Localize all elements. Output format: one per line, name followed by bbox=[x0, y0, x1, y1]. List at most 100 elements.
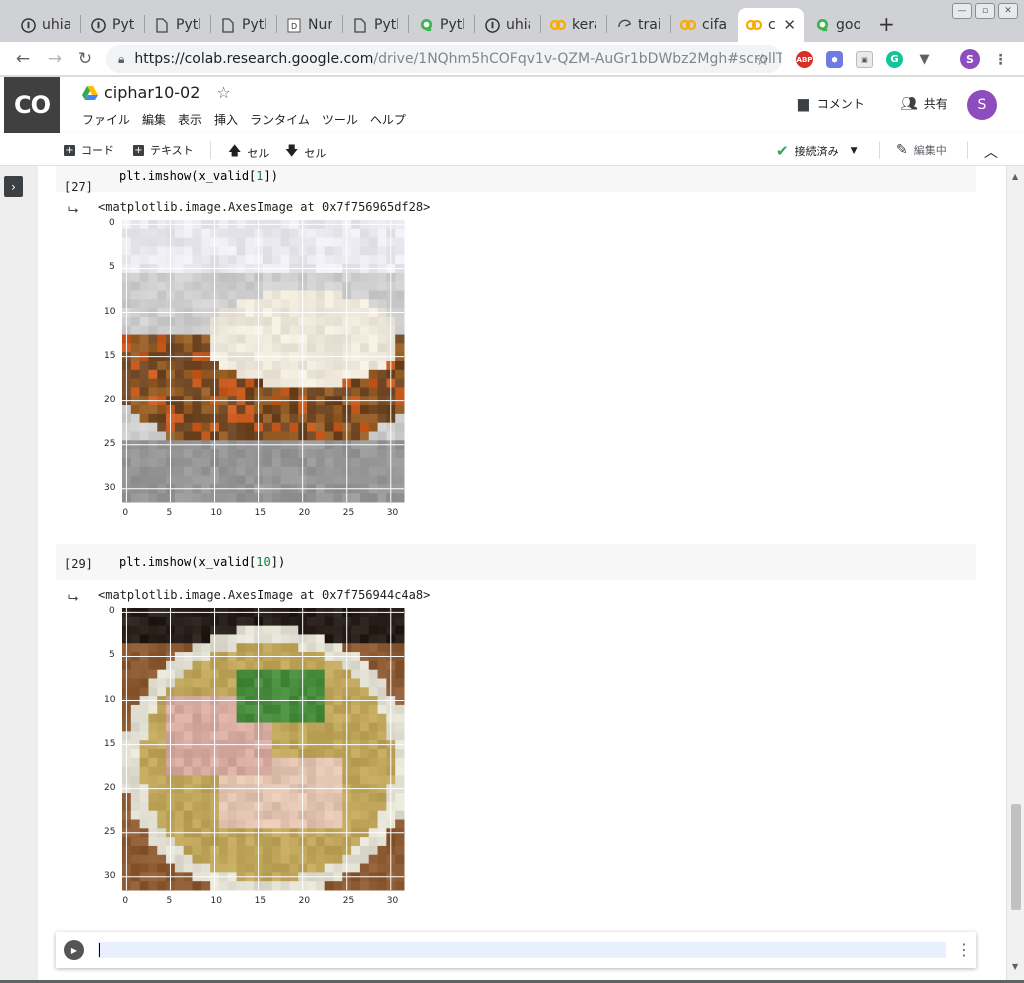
minimize-button[interactable]: — bbox=[952, 3, 972, 19]
code-text[interactable]: plt.imshow(x_valid[1]) bbox=[119, 169, 278, 183]
browser-tab[interactable]: Pyth bbox=[212, 8, 274, 42]
menu-item[interactable]: ランタイム bbox=[250, 111, 310, 128]
move-cell-down-button[interactable]: 🡇 セル bbox=[285, 142, 326, 164]
image-pixel bbox=[280, 237, 290, 247]
image-pixel bbox=[183, 290, 193, 300]
image-pixel bbox=[307, 881, 317, 891]
image-pixel bbox=[148, 316, 158, 327]
code-cell[interactable]: [29] plt.imshow(x_valid[10]) bbox=[56, 544, 976, 580]
image-pixel bbox=[315, 819, 326, 829]
move-up-label: セル bbox=[247, 147, 270, 160]
browser-tab[interactable]: Pyth bbox=[82, 8, 142, 42]
scroll-down-arrow-icon[interactable]: ▼ bbox=[1012, 962, 1018, 971]
output-arrow-icon[interactable]: ⮡ bbox=[68, 203, 78, 218]
colab-logo[interactable]: CO bbox=[4, 77, 60, 133]
connection-status[interactable]: ✔ 接続済み ▼ bbox=[776, 142, 858, 160]
image-pixel bbox=[201, 369, 211, 380]
image-pixel bbox=[315, 793, 326, 803]
empty-code-cell[interactable]: ▶ ⋮ bbox=[56, 932, 976, 968]
collapse-toolbar-button[interactable]: ︿ bbox=[984, 142, 998, 162]
back-arrow-icon[interactable]: ← bbox=[12, 48, 34, 70]
menu-item[interactable]: 挿入 bbox=[214, 111, 238, 128]
shield-extension-icon[interactable]: ⬢ bbox=[826, 51, 843, 68]
new-tab-button[interactable]: + bbox=[878, 12, 895, 36]
add-code-button[interactable]: + コード bbox=[64, 142, 114, 158]
image-pixel bbox=[139, 722, 149, 732]
image-pixel bbox=[351, 837, 361, 847]
image-pixel bbox=[271, 457, 282, 468]
browser-tab[interactable]: cifar bbox=[672, 8, 734, 42]
image-pixel bbox=[395, 704, 405, 715]
menu-item[interactable]: 編集 bbox=[142, 111, 166, 128]
image-pixel bbox=[183, 422, 193, 432]
menu-item[interactable]: ツール bbox=[322, 111, 358, 128]
cell-more-options-icon[interactable]: ⋮ bbox=[956, 940, 972, 959]
browser-tab[interactable]: ci ✕ bbox=[738, 8, 804, 42]
image-pixel bbox=[183, 387, 193, 397]
code-cell[interactable]: [27] plt.imshow(x_valid[1]) bbox=[56, 166, 976, 194]
menu-item[interactable]: 表示 bbox=[178, 111, 202, 128]
code-text[interactable]: plt.imshow(x_valid[10]) bbox=[119, 555, 285, 569]
notebook-title[interactable]: ciphar10-02 bbox=[104, 83, 200, 102]
close-tab-icon[interactable]: ✕ bbox=[783, 16, 796, 34]
image-pixel bbox=[351, 255, 361, 265]
image-pixel bbox=[245, 775, 255, 785]
browser-tab[interactable]: trair bbox=[608, 8, 668, 42]
browser-tab[interactable]: goo bbox=[806, 8, 868, 42]
card-extension-icon[interactable]: ▣ bbox=[856, 51, 873, 68]
editing-mode-button[interactable]: ✎ 編集中 bbox=[896, 142, 947, 158]
image-pixel bbox=[174, 255, 185, 265]
scroll-up-arrow-icon[interactable]: ▲ bbox=[1012, 172, 1018, 181]
image-pixel bbox=[192, 405, 202, 415]
add-text-button[interactable]: + テキスト bbox=[133, 142, 194, 158]
close-window-button[interactable]: ✕ bbox=[998, 3, 1018, 19]
browser-tab[interactable]: Pyth bbox=[344, 8, 406, 42]
browser-menu-icon[interactable]: ⋮ bbox=[992, 51, 1009, 68]
image-pixel bbox=[351, 616, 361, 627]
image-pixel bbox=[192, 704, 202, 715]
browser-tab[interactable]: Pyth bbox=[410, 8, 472, 42]
image-pixel bbox=[174, 819, 185, 829]
image-pixel bbox=[236, 457, 246, 468]
share-button[interactable]: 👥︎ 共有 bbox=[900, 95, 948, 112]
image-pixel bbox=[333, 466, 343, 477]
image-pixel bbox=[333, 369, 343, 380]
image-pixel bbox=[359, 237, 370, 247]
browser-tab[interactable]: kera bbox=[542, 8, 604, 42]
browser-profile-avatar[interactable]: S bbox=[960, 49, 980, 69]
output-arrow-icon[interactable]: ⮡ bbox=[68, 591, 78, 606]
run-cell-button[interactable]: ▶ bbox=[64, 940, 84, 960]
grammarly-icon[interactable]: G bbox=[886, 51, 903, 68]
image-pixel bbox=[395, 722, 405, 732]
image-pixel bbox=[130, 793, 141, 803]
comment-button[interactable]: ▆ コメント bbox=[798, 95, 865, 112]
browser-tab[interactable]: uhia bbox=[476, 8, 538, 42]
image-pixel bbox=[368, 660, 379, 671]
image-pixel bbox=[377, 749, 387, 759]
vertical-scrollbar[interactable]: ▲ ▼ bbox=[1006, 166, 1024, 980]
image-pixel bbox=[280, 299, 290, 309]
user-avatar[interactable]: S bbox=[967, 90, 997, 120]
browser-tab[interactable]: uhia bbox=[12, 8, 78, 42]
bookmark-star-icon[interactable]: ☆ bbox=[755, 50, 769, 69]
menu-item[interactable]: ヘルプ bbox=[370, 111, 406, 128]
menu-item[interactable]: ファイル bbox=[82, 111, 130, 128]
image-pixel bbox=[324, 854, 334, 865]
image-pixel bbox=[307, 466, 317, 477]
maximize-button[interactable]: ▫ bbox=[975, 3, 995, 19]
vue-extension-icon[interactable]: ▼ bbox=[916, 51, 933, 68]
adblock-icon[interactable]: ABP bbox=[796, 51, 813, 68]
forward-arrow-icon[interactable]: → bbox=[44, 48, 66, 70]
move-cell-up-button[interactable]: 🡅 セル bbox=[228, 142, 269, 164]
image-pixel bbox=[289, 281, 299, 291]
browser-tab[interactable]: Pyth bbox=[146, 8, 208, 42]
reload-icon[interactable]: ↻ bbox=[74, 48, 96, 70]
star-notebook-icon[interactable]: ☆ bbox=[216, 83, 230, 102]
browser-tab[interactable]: D Num bbox=[278, 8, 340, 42]
code-editor-input[interactable] bbox=[98, 942, 946, 958]
address-bar[interactable]: 🔒︎ https://colab.research.google.com /dr… bbox=[106, 45, 782, 73]
scrollbar-thumb[interactable] bbox=[1011, 804, 1021, 910]
expand-sidebar-chevron-icon[interactable]: › bbox=[4, 176, 23, 197]
image-pixel bbox=[130, 837, 141, 847]
notebook-area[interactable]: [27] plt.imshow(x_valid[1]) ⮡ <matplotli… bbox=[38, 166, 1006, 980]
